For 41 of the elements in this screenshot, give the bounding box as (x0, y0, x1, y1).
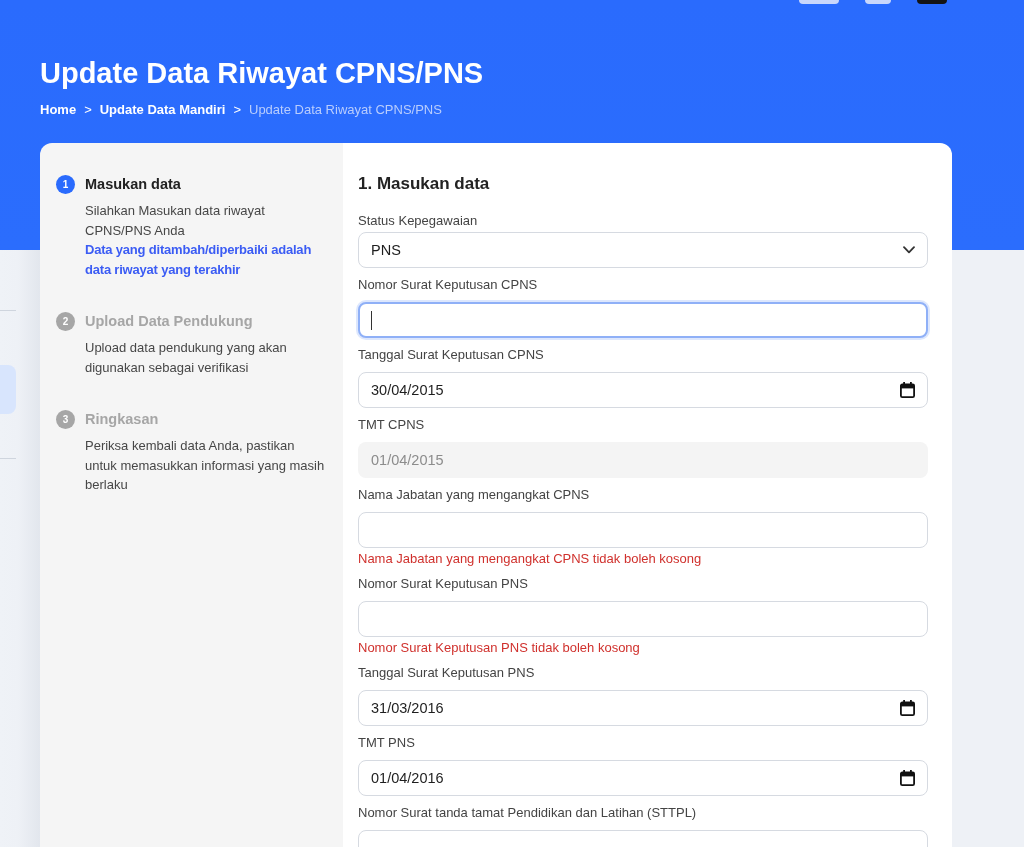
chevron-down-icon (903, 246, 915, 254)
breadcrumb-separator: > (84, 101, 92, 119)
step-title: Upload Data Pendukung (85, 312, 254, 331)
page-title: Update Data Riwayat CPNS/PNS (40, 56, 485, 90)
step-title: Ringkasan (85, 410, 160, 429)
calendar-icon[interactable] (900, 770, 915, 786)
field-label: TMT PNS (358, 735, 416, 751)
field-label: Nomor Surat Keputusan CPNS (358, 277, 539, 293)
date-field[interactable]: 01/04/2016 (358, 760, 928, 796)
breadcrumb-link[interactable]: Update Data Mandiri (99, 100, 226, 120)
text-field[interactable] (358, 512, 928, 548)
breadcrumb-link[interactable]: Home (40, 100, 77, 120)
step-description: Silahkan Masukan data riwayat CPNS/PNS Anda (85, 202, 266, 240)
field-label: Nomor Surat tanda tamat Pendidikan dan Latihan (STTPL) (358, 805, 698, 821)
date-field[interactable]: 31/03/2016 (358, 690, 928, 726)
calendar-icon[interactable] (900, 382, 915, 398)
field-label: Nama Jabatan yang mengangkat CPNS (358, 487, 591, 503)
form-title: 1. Masukan data (358, 173, 491, 195)
step-description: Upload data pendukung yang akan digunakan sebagai verifikasi (85, 339, 288, 377)
field-label: Tanggal Surat Keputusan PNS (358, 665, 536, 681)
error-message: Nomor Surat Keputusan PNS tidak boleh kosong (358, 639, 641, 656)
step-number: 3 (56, 409, 75, 429)
step-number: 1 (56, 174, 75, 194)
step-description: Periksa kembali data Anda, pastikan untuk memasukkan informasi yang masih berlaku (85, 437, 326, 494)
field-label: Tanggal Surat Keputusan CPNS (358, 347, 545, 363)
text-cursor-icon (371, 310, 372, 330)
text-field[interactable] (358, 302, 928, 338)
step-number: 2 (56, 311, 75, 331)
breadcrumb-separator: > (233, 101, 241, 119)
select-field[interactable]: PNS (358, 232, 928, 268)
date-field[interactable]: 30/04/2015 (358, 372, 928, 408)
error-message: Nama Jabatan yang mengangkat CPNS tidak boleh kosong (358, 550, 703, 567)
step-title: Masukan data (85, 175, 182, 194)
header-button[interactable] (799, 0, 839, 4)
step-note: Data yang ditambah/diperbaiki adalah data riwayat yang terakhir (85, 241, 313, 279)
header-icon-button[interactable] (865, 0, 891, 4)
field-label: Nomor Surat Keputusan PNS (358, 576, 529, 592)
calendar-icon[interactable] (900, 700, 915, 716)
text-field[interactable] (358, 601, 928, 637)
field-label: Status Kepegawaian (358, 213, 479, 229)
field-label: TMT CPNS (358, 417, 426, 433)
